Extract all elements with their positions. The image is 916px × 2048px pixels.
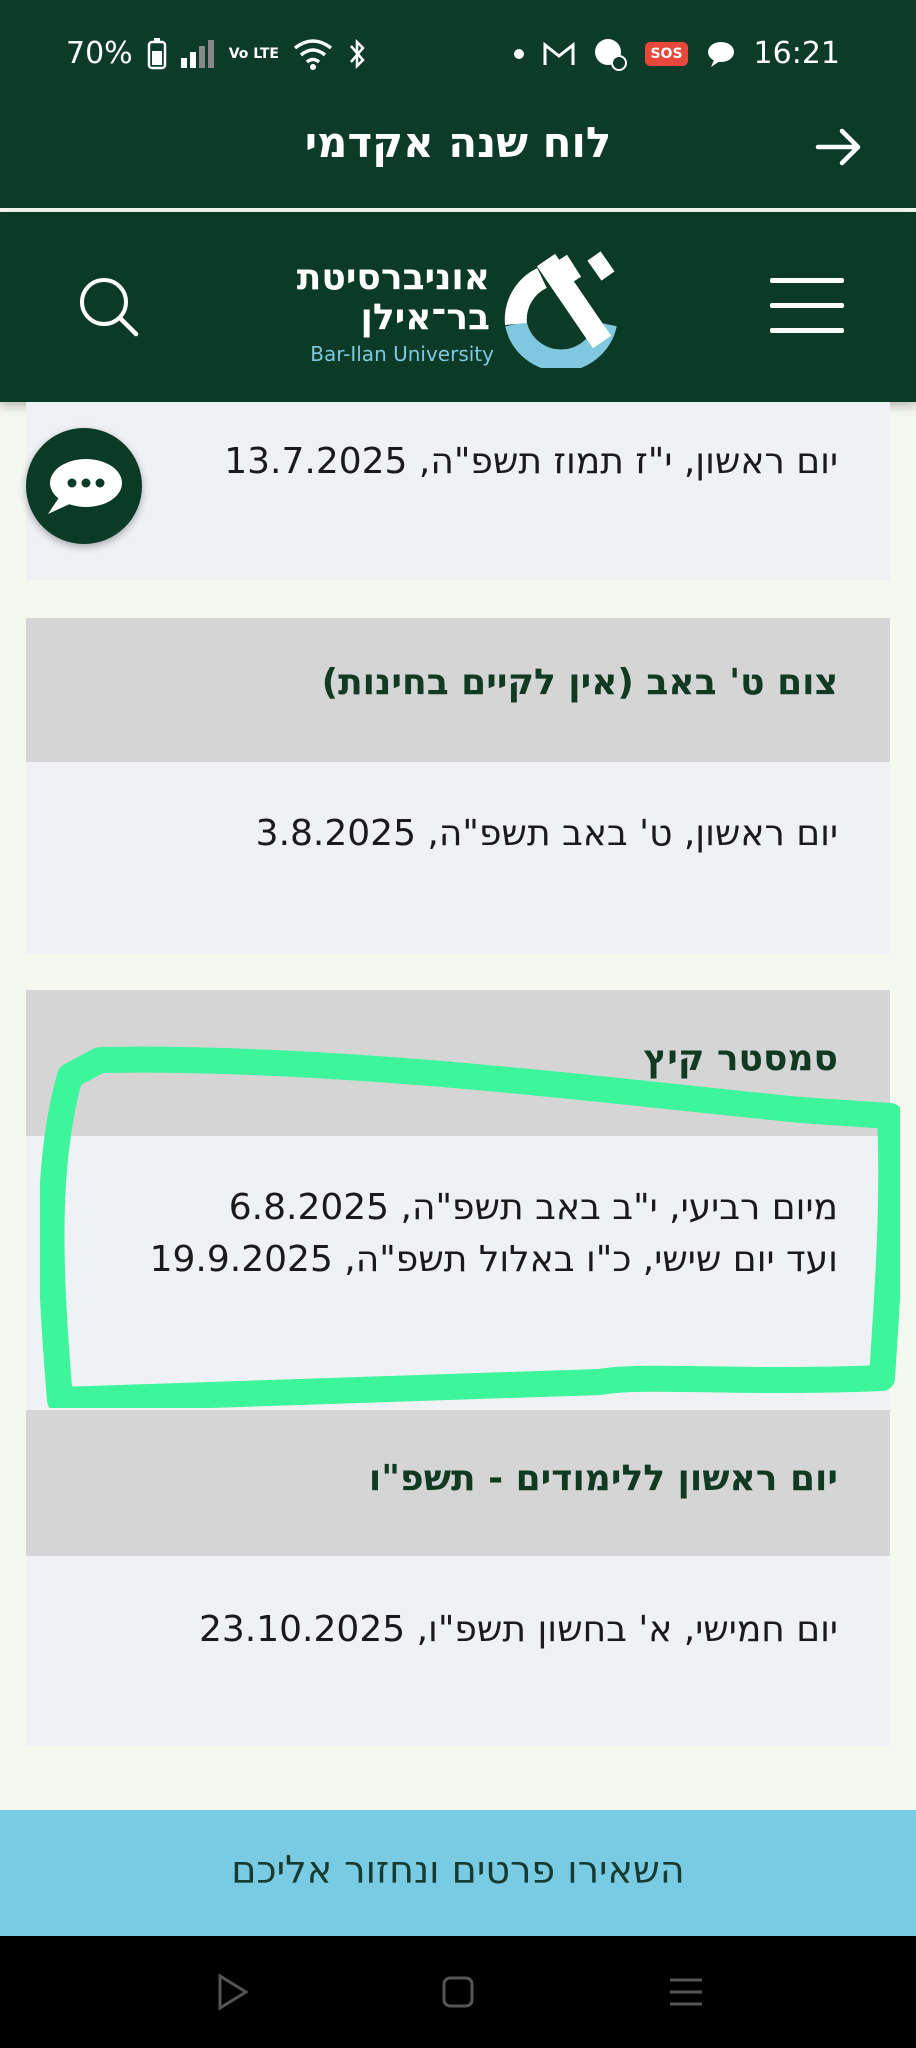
dot-icon — [513, 48, 525, 60]
event-title: סמסטר קיץ — [643, 1038, 838, 1079]
site-header: אוניברסיטת בר־אילן Bar-Ilan University — [0, 212, 916, 402]
event-card-body: מיום רביעי, י"ב באב תשפ"ה, 6.8.2025 ועד … — [26, 1136, 890, 1410]
logo-hebrew-text: אוניברסיטת בר־אילן — [297, 258, 490, 338]
event-card-body: יום ראשון, י"ז תמוז תשפ"ה, 13.7.2025 — [26, 402, 890, 580]
back-icon[interactable] — [210, 1970, 254, 2014]
event-card-body: יום חמישי, א' בחשון תשפ"ו, 23.10.2025 — [26, 1556, 890, 1746]
page-title: לוח שנה אקדמי — [304, 118, 612, 167]
event-date-text: יום חמישי, א' בחשון תשפ"ו, 23.10.2025 — [199, 1609, 838, 1650]
university-logo[interactable]: אוניברסיטת בר־אילן Bar-Ilan University — [297, 250, 620, 372]
event-card-body: יום ראשון, ט' באב תשפ"ה, 3.8.2025 — [26, 762, 890, 954]
logo-line-2: בר־אילן — [360, 297, 490, 338]
system-nav-bar — [0, 1936, 916, 2048]
chat-bubble-icon[interactable] — [26, 428, 142, 544]
event-date-line-2: ועד יום שישי, כ"ו באלול תשפ"ה, 19.9.2025 — [149, 1239, 838, 1280]
logo-english-text: Bar-Ilan University — [310, 342, 494, 366]
chat-app-icon — [593, 37, 628, 71]
message-icon — [706, 40, 736, 68]
cta-label: השאירו פרטים ונחזור אליכם — [231, 1848, 685, 1892]
event-card-header: צום ט' באב (אין לקיים בחינות) — [26, 618, 890, 762]
recent-apps-icon[interactable] — [664, 1970, 708, 2014]
logo-line-1: אוניברסיטת — [296, 257, 490, 298]
event-date-text: מיום רביעי, י"ב באב תשפ"ה, 6.8.2025 ועד … — [150, 1182, 838, 1286]
menu-line — [770, 303, 844, 308]
status-right: SOS 16:21 — [513, 36, 840, 71]
battery-icon — [147, 37, 167, 70]
event-date-line-1: מיום רביעי, י"ב באב תשפ"ה, 6.8.2025 — [228, 1187, 838, 1228]
bluetooth-icon — [347, 38, 367, 70]
volte-icon: Vo LTE — [228, 45, 279, 62]
event-date-text: יום ראשון, ט' באב תשפ"ה, 3.8.2025 — [255, 813, 838, 854]
event-card-header: יום ראשון ללימודים - תשפ"ו — [26, 1410, 890, 1556]
gmail-icon — [543, 41, 575, 67]
logo-mark-icon — [502, 250, 620, 372]
status-bar: 70% Vo LTE SOS 16:21 — [0, 0, 916, 82]
menu-line — [770, 278, 844, 283]
menu-line — [770, 328, 844, 333]
event-card-header: סמסטר קיץ — [26, 990, 890, 1136]
signal-icon — [180, 39, 215, 68]
wifi-icon — [293, 38, 333, 70]
clock: 16:21 — [753, 36, 840, 71]
contact-cta-button[interactable]: השאירו פרטים ונחזור אליכם — [0, 1810, 916, 1936]
home-icon[interactable] — [436, 1970, 480, 2014]
search-icon[interactable] — [76, 274, 142, 340]
event-title: יום ראשון ללימודים - תשפ"ו — [368, 1458, 838, 1499]
status-left: 70% Vo LTE — [66, 36, 367, 71]
sos-icon: SOS — [645, 41, 688, 66]
hamburger-menu-icon[interactable] — [770, 278, 844, 340]
event-date-text: יום ראשון, י"ז תמוז תשפ"ה, 13.7.2025 — [224, 441, 838, 482]
event-title: צום ט' באב (אין לקיים בחינות) — [321, 662, 838, 703]
title-bar: לוח שנה אקדמי — [0, 82, 916, 208]
arrow-right-icon[interactable] — [814, 122, 864, 172]
battery-percent: 70% — [66, 36, 133, 71]
